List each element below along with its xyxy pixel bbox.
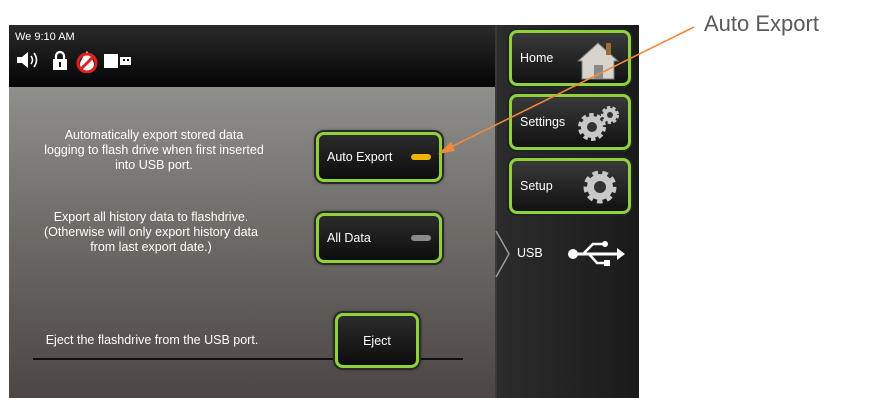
settings-label: Settings	[520, 115, 566, 129]
no-water-icon	[76, 51, 98, 73]
setup-button[interactable]: Setup	[509, 158, 631, 214]
usb-tab[interactable]: USB	[495, 231, 639, 277]
status-icons	[15, 49, 155, 73]
callout-label: Auto Export	[704, 11, 819, 36]
setup-label: Setup	[520, 179, 553, 193]
all-data-description: Export all history data to flashdrive. (…	[44, 210, 258, 254]
eject-description: Eject the flashdrive from the USB port.	[45, 333, 259, 347]
gears-icon	[578, 106, 619, 141]
all-data-label: All Data	[327, 231, 371, 245]
all-data-indicator	[411, 235, 431, 241]
lock-icon	[53, 50, 67, 70]
home-button[interactable]: Home	[509, 30, 631, 86]
usb-icon	[568, 241, 625, 266]
auto-export-button[interactable]: Auto Export	[316, 132, 442, 182]
all-data-button[interactable]: All Data	[316, 213, 442, 263]
home-label: Home	[520, 51, 554, 65]
house-icon	[576, 42, 620, 80]
auto-export-label: Auto Export	[327, 150, 393, 164]
eject-label: Eject	[363, 333, 391, 348]
auto-export-description: Automatically export stored data logging…	[44, 128, 264, 172]
eject-button[interactable]: Eject	[335, 313, 419, 368]
clock: We 9:10 AM	[15, 31, 75, 43]
auto-export-indicator	[411, 154, 431, 160]
selected-chevron-icon	[495, 231, 510, 277]
usb-label: USB	[517, 246, 543, 260]
settings-button[interactable]: Settings	[509, 94, 631, 150]
usb-settings-panel: Automatically export stored data logging…	[9, 87, 495, 398]
device-screen: We 9:10 AM Automatically export stored d…	[9, 25, 639, 398]
status-bar: We 9:10 AM	[9, 25, 495, 87]
sidebar: Home Settings Setup USB	[495, 25, 639, 398]
speaker-icon	[17, 52, 38, 68]
gear-icon	[583, 170, 617, 204]
usb-drive-icon	[104, 54, 131, 68]
